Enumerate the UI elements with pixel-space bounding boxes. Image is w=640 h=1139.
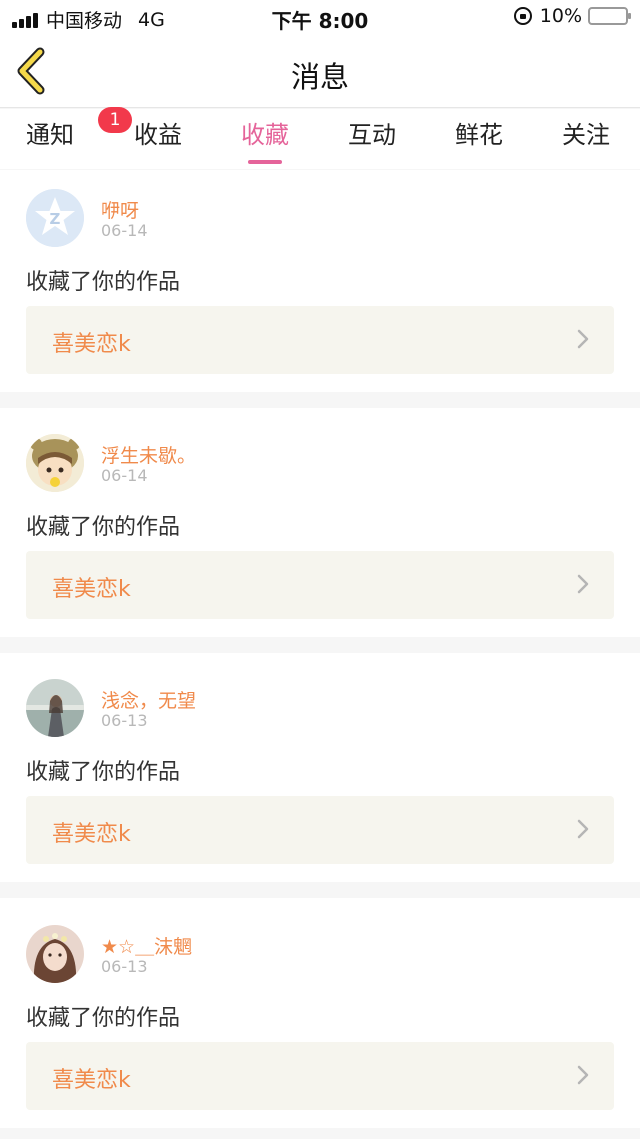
back-button[interactable] (10, 46, 60, 96)
tab-label: 收藏 (241, 121, 289, 149)
seaside-girl-photo-avatar[interactable] (26, 679, 84, 737)
user-name[interactable]: 浅念，无望 (101, 686, 196, 713)
status-bar: 中国移动 4G 下午 8:00 10% (0, 0, 640, 34)
cartoon-bear-hat-avatar[interactable] (26, 434, 84, 492)
user-name[interactable]: 浮生未歇。 (101, 441, 196, 468)
chevron-right-icon (577, 574, 589, 594)
tab-label: 收益 (134, 121, 182, 149)
work-title: 喜美恋k (52, 577, 131, 602)
message-card: 浮生未歇。 06-14 收藏了你的作品 喜美恋k (0, 408, 640, 637)
tab-earnings[interactable]: 收益 (134, 115, 182, 150)
svg-text:Z: Z (50, 210, 61, 228)
portrait-photo-icon (26, 925, 84, 983)
message-card: Z 咿呀 06-14 收藏了你的作品 喜美恋k (0, 170, 640, 392)
message-text: 收藏了你的作品 (26, 1006, 181, 1031)
tab-follows[interactable]: 关注 (562, 115, 610, 150)
rotation-lock-icon (513, 7, 532, 25)
message-text: 收藏了你的作品 (26, 760, 181, 785)
unread-badge: 1 (98, 107, 132, 133)
work-link[interactable]: 喜美恋k (26, 551, 614, 619)
tab-notifications[interactable]: 通知 1 (26, 107, 132, 150)
message-text: 收藏了你的作品 (26, 270, 181, 295)
tab-flowers[interactable]: 鲜花 (455, 115, 503, 150)
work-title: 喜美恋k (52, 1068, 131, 1093)
tab-interactions[interactable]: 互动 (348, 115, 396, 150)
default-star-avatar[interactable]: Z (26, 189, 84, 247)
user-name[interactable]: ★☆＿沫魍 (101, 932, 192, 959)
girl-flower-crown-photo-avatar[interactable] (26, 925, 84, 983)
tab-favorites[interactable]: 收藏 (241, 115, 289, 164)
seaside-photo-icon (26, 679, 84, 737)
message-card: 浅念，无望 06-13 收藏了你的作品 喜美恋k (0, 653, 640, 882)
tab-label: 互动 (348, 121, 396, 149)
work-title: 喜美恋k (52, 332, 131, 357)
star-logo-icon: Z (26, 189, 84, 247)
active-tab-indicator (248, 160, 282, 164)
battery-percent: 10% (539, 5, 582, 27)
message-date: 06-14 (101, 221, 148, 240)
message-date: 06-13 (101, 711, 148, 730)
battery-icon (588, 7, 631, 25)
user-name[interactable]: 咿呀 (101, 196, 139, 223)
page-title: 消息 (290, 60, 349, 94)
work-link[interactable]: 喜美恋k (26, 796, 614, 864)
message-date: 06-14 (101, 466, 148, 485)
chevron-right-icon (577, 1065, 589, 1085)
status-right: 10% (513, 5, 631, 27)
work-link[interactable]: 喜美恋k (26, 1042, 614, 1110)
chevron-right-icon (577, 329, 589, 349)
tab-bar: 通知 1 收益 收藏 互动 鲜花 关注 (0, 107, 640, 169)
message-date: 06-13 (101, 957, 148, 976)
nav-bar: 消息 (0, 34, 640, 108)
cartoon-face-icon (26, 434, 84, 492)
work-title: 喜美恋k (52, 822, 131, 847)
tab-label: 鲜花 (455, 121, 503, 149)
tab-label: 关注 (562, 121, 610, 149)
back-chevron-icon (17, 47, 45, 95)
work-link[interactable]: 喜美恋k (26, 306, 614, 374)
tab-label: 通知 (26, 121, 74, 149)
chevron-right-icon (577, 819, 589, 839)
message-text: 收藏了你的作品 (26, 515, 181, 540)
message-card: ★☆＿沫魍 06-13 收藏了你的作品 喜美恋k (0, 898, 640, 1128)
